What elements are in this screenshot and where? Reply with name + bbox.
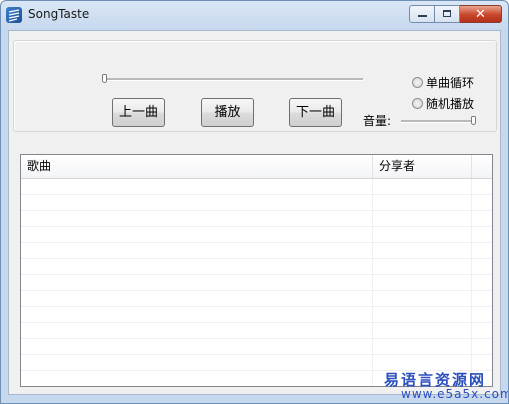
play-button[interactable]: 播放 bbox=[201, 98, 254, 127]
close-icon: ✕ bbox=[475, 7, 486, 22]
column-header-song[interactable]: 歌曲 bbox=[21, 155, 373, 178]
maximize-button[interactable] bbox=[435, 5, 460, 23]
watermark-url: www.e5a5x.com bbox=[401, 387, 509, 401]
minimize-icon bbox=[418, 15, 427, 17]
column-header-filler bbox=[472, 155, 492, 178]
prev-track-button[interactable]: 上一曲 bbox=[112, 98, 165, 127]
close-button[interactable]: ✕ bbox=[460, 5, 502, 23]
radio-unchecked-icon bbox=[412, 77, 423, 88]
single-loop-label: 单曲循环 bbox=[426, 76, 475, 90]
random-play-label: 随机播放 bbox=[426, 97, 475, 111]
app-window: SongTaste ✕ 上一曲 播放 下一曲 单曲循环 随机播放 音量: 歌曲 … bbox=[0, 0, 509, 404]
client-area: 上一曲 播放 下一曲 单曲循环 随机播放 音量: 歌曲 分享者 bbox=[8, 30, 501, 395]
playlist-header: 歌曲 分享者 bbox=[21, 155, 492, 179]
progress-slider-thumb[interactable] bbox=[102, 74, 107, 83]
title-bar[interactable]: SongTaste ✕ bbox=[1, 1, 508, 30]
radio-unchecked-icon bbox=[412, 98, 423, 109]
songtaste-logo-icon bbox=[6, 7, 22, 23]
single-loop-radio[interactable]: 单曲循环 bbox=[412, 74, 474, 91]
volume-label: 音量: bbox=[363, 114, 392, 128]
playlist-table[interactable]: 歌曲 分享者 bbox=[20, 154, 493, 387]
column-divider bbox=[372, 179, 373, 386]
window-title: SongTaste bbox=[28, 7, 90, 21]
volume-slider-track[interactable] bbox=[401, 120, 475, 123]
progress-slider-track[interactable] bbox=[104, 78, 363, 81]
volume-slider-thumb[interactable] bbox=[471, 116, 476, 125]
next-track-button[interactable]: 下一曲 bbox=[289, 98, 342, 127]
minimize-button[interactable] bbox=[409, 5, 435, 23]
random-play-radio[interactable]: 随机播放 bbox=[412, 95, 474, 112]
column-header-sharer[interactable]: 分享者 bbox=[373, 155, 472, 178]
caption-buttons: ✕ bbox=[409, 5, 502, 24]
playlist-rows bbox=[21, 179, 492, 386]
column-divider bbox=[471, 179, 472, 386]
maximize-icon bbox=[443, 10, 451, 17]
